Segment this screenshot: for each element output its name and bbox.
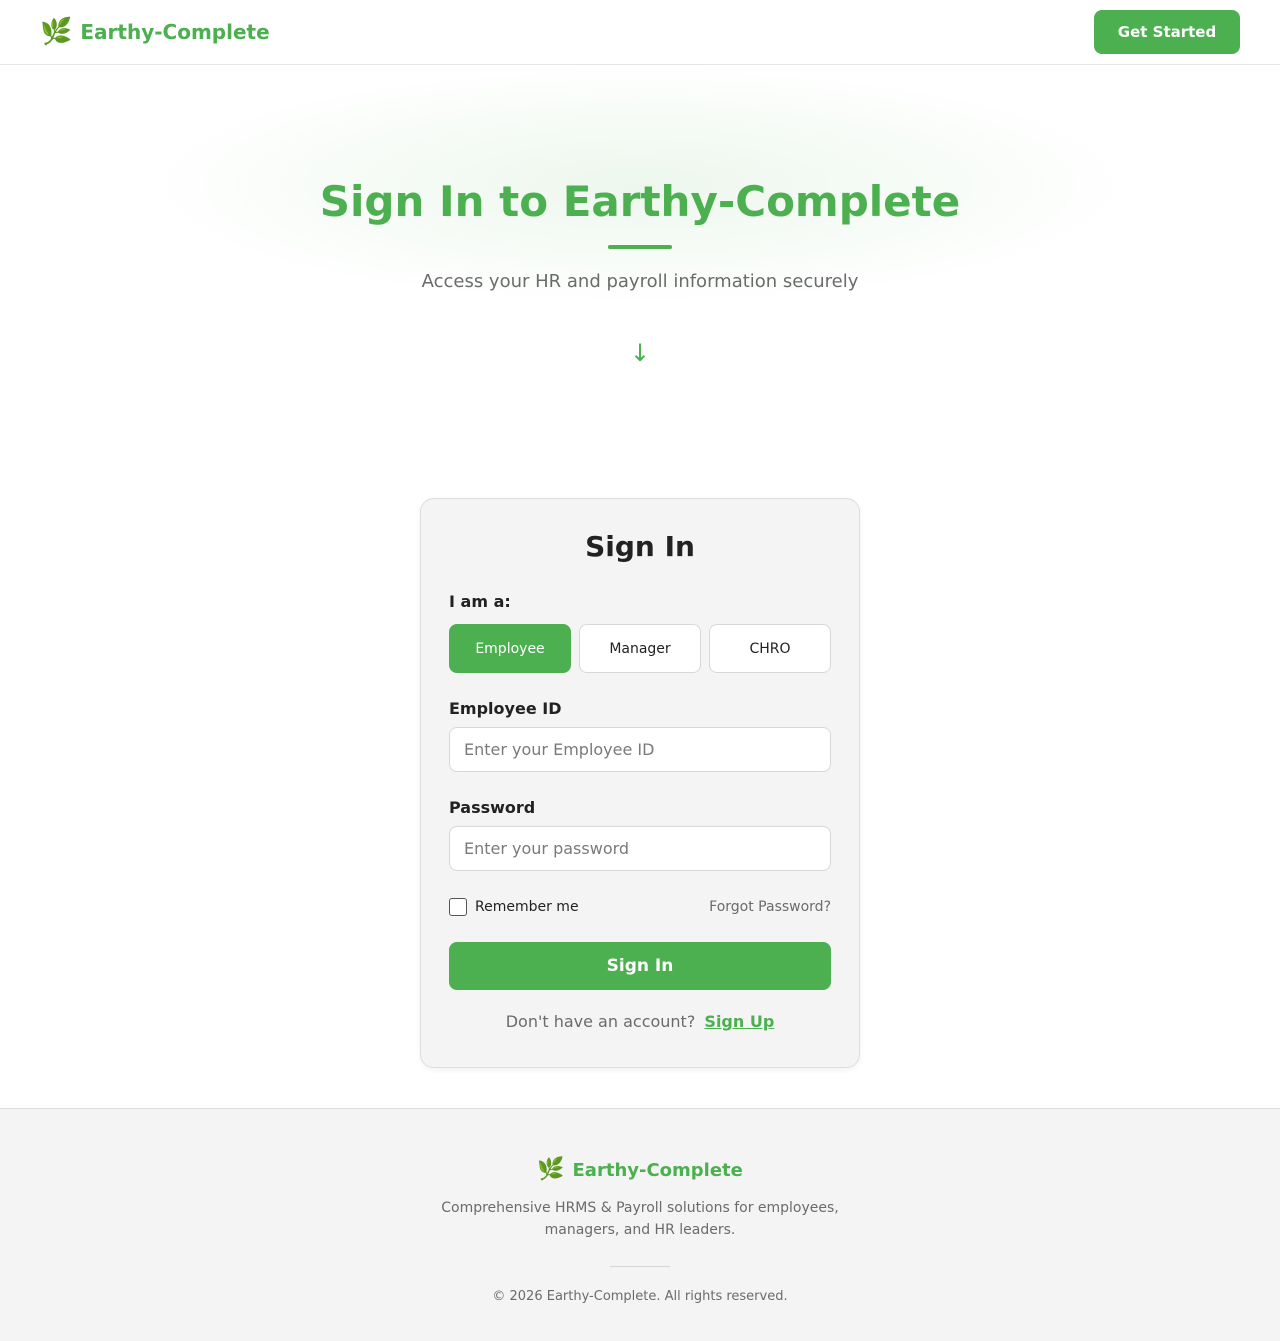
signup-link[interactable]: Sign Up [704, 1012, 774, 1031]
role-employee-button[interactable]: Employee [449, 624, 571, 673]
remember-me-label: Remember me [475, 899, 579, 915]
page-subtitle: Access your HR and payroll information s… [421, 271, 859, 292]
leaf-icon: 🌿 [40, 17, 73, 47]
role-label: I am a: [449, 592, 511, 611]
remember-row: Remember me Forgot Password? [449, 897, 831, 917]
hero-section: Sign In to Earthy-Complete Access your H… [0, 65, 1280, 498]
page-footer: 🌿 Earthy-Complete Comprehensive HRMS & P… [0, 1108, 1280, 1341]
role-selector: Employee Manager CHRO [449, 624, 831, 673]
copyright-text: © 2026 Earthy-Complete. All rights reser… [492, 1289, 788, 1304]
arrow-down-icon: ↓ [629, 339, 651, 367]
no-account-text: Don't have an account? [505, 1012, 696, 1031]
leaf-icon: 🌿 [537, 1157, 565, 1182]
page-title: Sign In to Earthy-Complete [319, 177, 961, 226]
brand-logo[interactable]: 🌿 Earthy-Complete [40, 19, 270, 45]
forgot-password-link[interactable]: Forgot Password? [709, 899, 831, 915]
employee-id-input[interactable] [449, 727, 831, 772]
employee-id-label: Employee ID [449, 699, 562, 718]
brand-name: Earthy-Complete [80, 20, 270, 44]
signin-card: Sign In I am a: Employee Manager CHRO Em… [420, 498, 860, 1068]
get-started-button[interactable]: Get Started [1094, 10, 1240, 54]
title-underline [608, 245, 672, 249]
signin-title: Sign In [585, 530, 695, 563]
footer-brand: 🌿 Earthy-Complete [0, 1159, 1280, 1181]
footer-divider [610, 1266, 670, 1267]
footer-description: Comprehensive HRMS & Payroll solutions f… [441, 1200, 839, 1238]
role-manager-button[interactable]: Manager [579, 624, 701, 673]
role-chro-button[interactable]: CHRO [709, 624, 831, 673]
signup-prompt: Don't have an account? Sign Up [449, 1012, 831, 1031]
password-label: Password [449, 798, 536, 817]
footer-brand-name: Earthy-Complete [572, 1159, 743, 1181]
signin-submit-button[interactable]: Sign In [449, 942, 831, 990]
remember-me-control[interactable]: Remember me [449, 898, 579, 916]
password-input[interactable] [449, 826, 831, 871]
top-nav: 🌿 Earthy-Complete Get Started [0, 0, 1280, 65]
remember-me-checkbox[interactable] [449, 898, 467, 916]
